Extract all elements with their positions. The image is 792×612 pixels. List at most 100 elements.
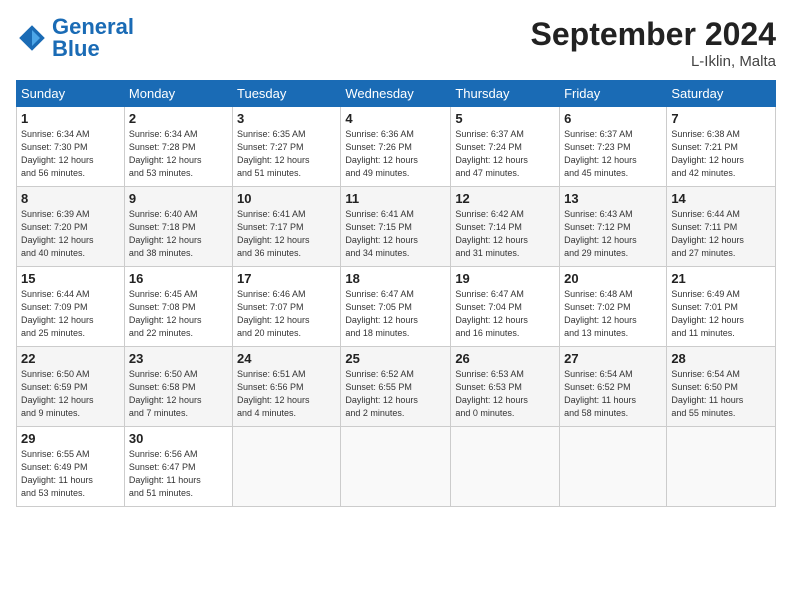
calendar-day-cell: 7 Sunrise: 6:38 AM Sunset: 7:21 PM Daylig… <box>667 107 776 187</box>
calendar-day-cell: 22 Sunrise: 6:50 AM Sunset: 6:59 PM Dayli… <box>17 347 125 427</box>
calendar-week-row: 15Sunrise: 6:44 AM Sunset: 7:09 PM Dayli… <box>17 267 776 347</box>
calendar-day-cell: 28 Sunrise: 6:54 AM Sunset: 6:50 PM Dayli… <box>667 347 776 427</box>
day-info: Sunrise: 6:54 AM Sunset: 6:50 PM Dayligh… <box>671 368 771 420</box>
header: General Blue September 2024 L-Iklin, Mal… <box>16 16 776 70</box>
calendar-day-cell: 20 Sunrise: 6:48 AM Sunset: 7:02 PM Dayli… <box>560 267 667 347</box>
calendar-header-thursday: Thursday <box>451 81 560 107</box>
day-number: 30 <box>129 431 228 446</box>
location: L-Iklin, Malta <box>531 53 776 70</box>
calendar-day-cell: 29 Sunrise: 6:55 AM Sunset: 6:49 PM Dayli… <box>17 427 125 507</box>
day-number: 10 <box>237 191 336 206</box>
calendar-day-cell: 25 Sunrise: 6:52 AM Sunset: 6:55 PM Dayli… <box>341 347 451 427</box>
day-number: 19 <box>455 271 555 286</box>
calendar-day-cell <box>451 427 560 507</box>
day-number: 21 <box>671 271 771 286</box>
calendar-day-cell: 27 Sunrise: 6:54 AM Sunset: 6:52 PM Dayli… <box>560 347 667 427</box>
day-number: 16 <box>129 271 228 286</box>
day-number: 1 <box>21 111 120 126</box>
day-number: 27 <box>564 351 662 366</box>
day-number: 29 <box>21 431 120 446</box>
day-info: Sunrise: 6:50 AM Sunset: 6:59 PM Dayligh… <box>21 368 120 420</box>
day-number: 22 <box>21 351 120 366</box>
calendar-header-wednesday: Wednesday <box>341 81 451 107</box>
calendar-day-cell: 11Sunrise: 6:41 AM Sunset: 7:15 PM Dayli… <box>341 187 451 267</box>
calendar-header-saturday: Saturday <box>667 81 776 107</box>
calendar-day-cell: 23 Sunrise: 6:50 AM Sunset: 6:58 PM Dayli… <box>124 347 232 427</box>
calendar-day-cell: 9 Sunrise: 6:40 AM Sunset: 7:18 PM Daylig… <box>124 187 232 267</box>
day-number: 11 <box>345 191 446 206</box>
calendar-day-cell: 2 Sunrise: 6:34 AM Sunset: 7:28 PM Daylig… <box>124 107 232 187</box>
calendar-day-cell: 1Sunrise: 6:34 AM Sunset: 7:30 PM Daylig… <box>17 107 125 187</box>
day-info: Sunrise: 6:54 AM Sunset: 6:52 PM Dayligh… <box>564 368 662 420</box>
day-info: Sunrise: 6:36 AM Sunset: 7:26 PM Dayligh… <box>345 128 446 180</box>
day-number: 18 <box>345 271 446 286</box>
calendar-day-cell: 26Sunrise: 6:53 AM Sunset: 6:53 PM Dayli… <box>451 347 560 427</box>
day-info: Sunrise: 6:51 AM Sunset: 6:56 PM Dayligh… <box>237 368 336 420</box>
day-info: Sunrise: 6:52 AM Sunset: 6:55 PM Dayligh… <box>345 368 446 420</box>
day-info: Sunrise: 6:37 AM Sunset: 7:23 PM Dayligh… <box>564 128 662 180</box>
calendar-week-row: 1Sunrise: 6:34 AM Sunset: 7:30 PM Daylig… <box>17 107 776 187</box>
day-info: Sunrise: 6:41 AM Sunset: 7:17 PM Dayligh… <box>237 208 336 260</box>
logo-text: General Blue <box>52 16 134 60</box>
calendar-day-cell: 16 Sunrise: 6:45 AM Sunset: 7:08 PM Dayli… <box>124 267 232 347</box>
day-info: Sunrise: 6:55 AM Sunset: 6:49 PM Dayligh… <box>21 448 120 500</box>
calendar-week-row: 8 Sunrise: 6:39 AM Sunset: 7:20 PM Daylig… <box>17 187 776 267</box>
calendar-day-cell: 19 Sunrise: 6:47 AM Sunset: 7:04 PM Dayli… <box>451 267 560 347</box>
calendar-day-cell <box>667 427 776 507</box>
day-number: 8 <box>21 191 120 206</box>
calendar-table: SundayMondayTuesdayWednesdayThursdayFrid… <box>16 80 776 507</box>
calendar-day-cell <box>233 427 341 507</box>
day-number: 9 <box>129 191 228 206</box>
day-info: Sunrise: 6:39 AM Sunset: 7:20 PM Dayligh… <box>21 208 120 260</box>
day-number: 28 <box>671 351 771 366</box>
day-info: Sunrise: 6:56 AM Sunset: 6:47 PM Dayligh… <box>129 448 228 500</box>
day-number: 15 <box>21 271 120 286</box>
day-info: Sunrise: 6:34 AM Sunset: 7:28 PM Dayligh… <box>129 128 228 180</box>
day-number: 7 <box>671 111 771 126</box>
day-number: 4 <box>345 111 446 126</box>
calendar-day-cell: 17 Sunrise: 6:46 AM Sunset: 7:07 PM Dayli… <box>233 267 341 347</box>
day-info: Sunrise: 6:45 AM Sunset: 7:08 PM Dayligh… <box>129 288 228 340</box>
day-info: Sunrise: 6:48 AM Sunset: 7:02 PM Dayligh… <box>564 288 662 340</box>
day-number: 5 <box>455 111 555 126</box>
calendar-day-cell: 14Sunrise: 6:44 AM Sunset: 7:11 PM Dayli… <box>667 187 776 267</box>
calendar-day-cell: 24Sunrise: 6:51 AM Sunset: 6:56 PM Dayli… <box>233 347 341 427</box>
day-info: Sunrise: 6:47 AM Sunset: 7:05 PM Dayligh… <box>345 288 446 340</box>
day-number: 13 <box>564 191 662 206</box>
day-number: 20 <box>564 271 662 286</box>
page: General Blue September 2024 L-Iklin, Mal… <box>0 0 792 612</box>
calendar-day-cell: 5 Sunrise: 6:37 AM Sunset: 7:24 PM Daylig… <box>451 107 560 187</box>
day-info: Sunrise: 6:47 AM Sunset: 7:04 PM Dayligh… <box>455 288 555 340</box>
day-info: Sunrise: 6:49 AM Sunset: 7:01 PM Dayligh… <box>671 288 771 340</box>
day-info: Sunrise: 6:43 AM Sunset: 7:12 PM Dayligh… <box>564 208 662 260</box>
calendar-week-row: 29 Sunrise: 6:55 AM Sunset: 6:49 PM Dayli… <box>17 427 776 507</box>
day-number: 26 <box>455 351 555 366</box>
day-number: 17 <box>237 271 336 286</box>
calendar-day-cell: 10 Sunrise: 6:41 AM Sunset: 7:17 PM Dayli… <box>233 187 341 267</box>
calendar-day-cell: 13 Sunrise: 6:43 AM Sunset: 7:12 PM Dayli… <box>560 187 667 267</box>
calendar-day-cell: 4 Sunrise: 6:36 AM Sunset: 7:26 PM Daylig… <box>341 107 451 187</box>
day-number: 25 <box>345 351 446 366</box>
day-info: Sunrise: 6:46 AM Sunset: 7:07 PM Dayligh… <box>237 288 336 340</box>
logo-blue: Blue <box>52 36 100 61</box>
day-info: Sunrise: 6:50 AM Sunset: 6:58 PM Dayligh… <box>129 368 228 420</box>
calendar-day-cell: 12Sunrise: 6:42 AM Sunset: 7:14 PM Dayli… <box>451 187 560 267</box>
day-number: 2 <box>129 111 228 126</box>
title-block: September 2024 L-Iklin, Malta <box>531 16 776 70</box>
calendar-header-monday: Monday <box>124 81 232 107</box>
month-title: September 2024 <box>531 16 776 53</box>
day-info: Sunrise: 6:35 AM Sunset: 7:27 PM Dayligh… <box>237 128 336 180</box>
day-info: Sunrise: 6:37 AM Sunset: 7:24 PM Dayligh… <box>455 128 555 180</box>
calendar-header-friday: Friday <box>560 81 667 107</box>
day-number: 23 <box>129 351 228 366</box>
logo: General Blue <box>16 16 134 60</box>
calendar-header-tuesday: Tuesday <box>233 81 341 107</box>
day-info: Sunrise: 6:42 AM Sunset: 7:14 PM Dayligh… <box>455 208 555 260</box>
calendar-day-cell: 8 Sunrise: 6:39 AM Sunset: 7:20 PM Daylig… <box>17 187 125 267</box>
day-number: 6 <box>564 111 662 126</box>
calendar-week-row: 22 Sunrise: 6:50 AM Sunset: 6:59 PM Dayli… <box>17 347 776 427</box>
day-info: Sunrise: 6:40 AM Sunset: 7:18 PM Dayligh… <box>129 208 228 260</box>
logo-icon <box>16 22 48 54</box>
day-info: Sunrise: 6:38 AM Sunset: 7:21 PM Dayligh… <box>671 128 771 180</box>
calendar-day-cell: 30 Sunrise: 6:56 AM Sunset: 6:47 PM Dayli… <box>124 427 232 507</box>
